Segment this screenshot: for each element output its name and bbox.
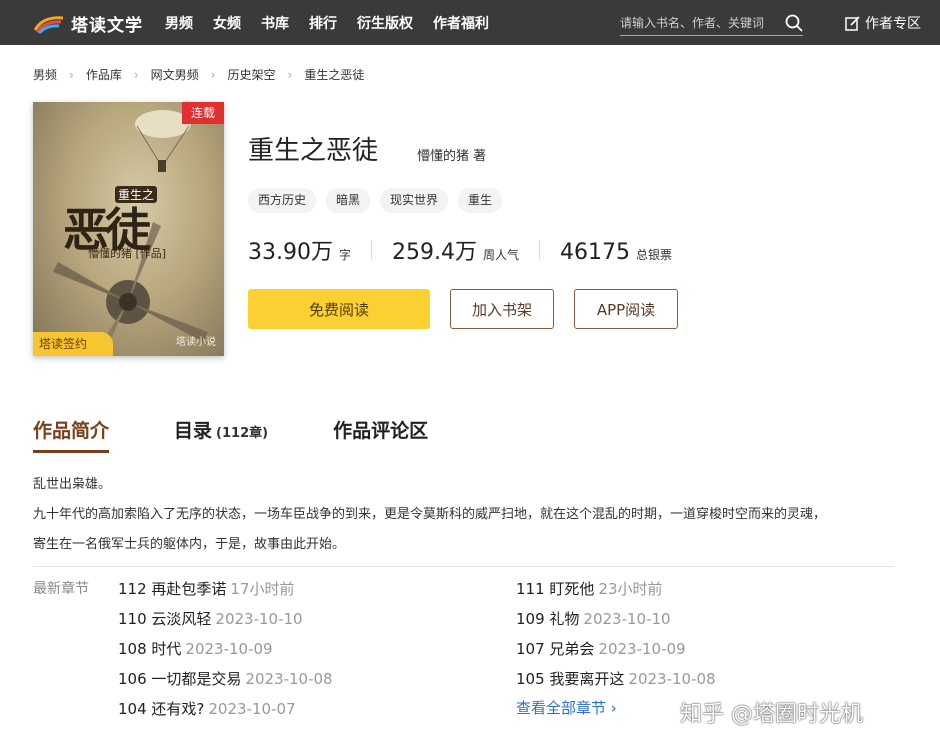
nav-item-male[interactable]: 男频 — [165, 13, 193, 33]
tab-count: (112章) — [216, 426, 269, 441]
stat-value: 33.90万 — [248, 240, 333, 265]
chevron-right-icon: › — [69, 67, 74, 82]
add-to-shelf-button[interactable]: 加入书架 — [450, 289, 554, 329]
chapter-title: 104 还有戏? — [118, 700, 205, 718]
search-icon[interactable] — [785, 14, 803, 32]
chapter-link[interactable]: 108 时代 2023-10-09 — [118, 638, 273, 659]
watermark: 知乎 @塔圈时光机 — [680, 702, 863, 727]
stat-total-tickets: 46175 总银票 — [560, 240, 672, 265]
book-title: 重生之恶徒 — [248, 136, 379, 166]
chapter-title: 107 兄弟会 — [516, 640, 595, 658]
author-zone-label: 作者专区 — [865, 16, 921, 32]
search-input[interactable] — [620, 12, 780, 34]
chapter-title: 105 我要离开这 — [516, 670, 625, 688]
tab-catalog[interactable]: 目录 (112章) — [174, 416, 268, 453]
chapter-title: 109 礼物 — [516, 610, 580, 628]
edit-icon — [845, 15, 860, 31]
chapter-date: 2023-10-07 — [208, 700, 296, 718]
app-read-button[interactable]: APP阅读 — [574, 289, 678, 329]
tag-list: 西方历史 暗黑 现实世界 重生 — [248, 188, 503, 213]
breadcrumb: 男频 › 作品库 › 网文男频 › 历史架空 › 重生之恶徒 — [33, 66, 364, 83]
stat-unit: 总银票 — [636, 248, 673, 262]
book-stats: 33.90万 字 259.4万 周人气 46175 总银票 — [248, 234, 672, 266]
intro-line: 乱世出枭雄。 — [33, 477, 112, 492]
breadcrumb-item[interactable]: 网文男频 — [151, 66, 199, 83]
intro-line: 九十年代的高加索陷入了无序的状态，一场车臣战争的到来，更是令莫斯科的威严扫地，就… — [33, 507, 827, 522]
book-cover[interactable]: 重生之 恶徒 懵懂的猪 [作品] 塔读小说 连载 塔读签约 — [33, 102, 224, 356]
tab-label: 作品评论区 — [333, 420, 429, 442]
breadcrumb-current: 重生之恶徒 — [304, 68, 365, 82]
chapter-date: 17小时前 — [230, 580, 295, 598]
nav-item-copyright[interactable]: 衍生版权 — [357, 13, 413, 33]
chapter-date: 2023-10-09 — [598, 640, 686, 658]
search-box — [620, 12, 803, 36]
tag[interactable]: 重生 — [458, 188, 503, 213]
breadcrumb-item[interactable]: 作品库 — [86, 66, 122, 83]
chapter-link[interactable]: 104 还有戏? 2023-10-07 — [118, 698, 296, 719]
tab-comments[interactable]: 作品评论区 — [333, 416, 428, 453]
logo-icon — [33, 16, 64, 34]
nav-item-ranking[interactable]: 排行 — [309, 13, 337, 33]
tag[interactable]: 暗黑 — [326, 188, 371, 213]
tag[interactable]: 现实世界 — [380, 188, 449, 213]
book-intro: 乱世出枭雄。 九十年代的高加索陷入了无序的状态，一场车臣战争的到来，更是令莫斯科… — [33, 470, 903, 560]
stat-unit: 周人气 — [482, 248, 519, 262]
nav-item-female[interactable]: 女频 — [213, 13, 241, 33]
tab-label: 目录 — [174, 420, 213, 442]
stat-unit: 字 — [338, 248, 351, 262]
chapter-link[interactable]: 112 再赴包季诺 17小时前 — [118, 578, 295, 599]
site-logo[interactable]: 塔读文学 — [33, 10, 143, 36]
view-all-chapters-link[interactable]: 查看全部章节 › — [516, 697, 617, 718]
intro-line: 寄生在一名俄军士兵的躯体内，于是，故事由此开始。 — [33, 537, 346, 552]
chapter-link[interactable]: 107 兄弟会 2023-10-09 — [516, 638, 686, 659]
latest-chapters-label: 最新章节 — [33, 581, 89, 597]
logo-text: 塔读文学 — [71, 15, 143, 36]
breadcrumb-item[interactable]: 历史架空 — [227, 66, 275, 83]
chapter-title: 112 再赴包季诺 — [118, 580, 227, 598]
chapter-link[interactable]: 105 我要离开这 2023-10-08 — [516, 668, 716, 689]
chapter-title: 110 云淡风轻 — [118, 610, 212, 628]
chapter-date: 2023-10-09 — [185, 640, 273, 658]
chapter-title: 111 盯死他 — [516, 580, 595, 598]
chapter-link[interactable]: 111 盯死他 23小时前 — [516, 578, 663, 599]
content-tabs: 作品简介 目录 (112章) 作品评论区 — [33, 416, 493, 453]
signed-badge: 塔读签约 — [33, 332, 113, 356]
tab-label: 作品简介 — [33, 420, 110, 442]
stat-value: 259.4万 — [392, 240, 477, 265]
chapter-date: 2023-10-10 — [583, 610, 671, 628]
chapter-title: 106 一切都是交易 — [118, 670, 242, 688]
chevron-right-icon: › — [133, 67, 139, 82]
stat-weekly-popularity: 259.4万 周人气 — [392, 234, 519, 266]
chevron-right-icon: › — [210, 67, 216, 82]
top-navbar: 塔读文学 男频 女频 书库 排行 衍生版权 作者福利 作者专区 — [0, 0, 940, 45]
chevron-right-icon: › — [287, 67, 293, 82]
cover-brand: 塔读小说 — [176, 337, 216, 348]
chapter-date: 2023-10-08 — [628, 670, 716, 688]
breadcrumb-item[interactable]: 男频 — [33, 66, 57, 83]
divider — [33, 566, 894, 567]
free-read-button[interactable]: 免费阅读 — [248, 289, 430, 329]
chapter-date: 2023-10-08 — [245, 670, 333, 688]
book-author[interactable]: 懵懂的猪 著 — [417, 145, 486, 164]
chapter-title: 108 时代 — [118, 640, 182, 658]
main-nav: 男频 女频 书库 排行 衍生版权 作者福利 — [165, 0, 509, 45]
chapter-link[interactable]: 110 云淡风轻 2023-10-10 — [118, 608, 303, 629]
nav-item-library[interactable]: 书库 — [261, 13, 289, 33]
tab-intro[interactable]: 作品简介 — [33, 416, 110, 453]
serial-badge: 连载 — [182, 102, 224, 124]
stat-divider — [371, 240, 372, 260]
cover-author: 懵懂的猪 [作品] — [88, 247, 167, 260]
author-zone-link[interactable]: 作者专区 — [845, 13, 921, 33]
chapter-date: 2023-10-10 — [215, 610, 303, 628]
chapter-link[interactable]: 109 礼物 2023-10-10 — [516, 608, 671, 629]
stat-word-count: 33.90万 字 — [248, 234, 351, 266]
stat-value: 46175 — [560, 240, 630, 265]
tag[interactable]: 西方历史 — [248, 188, 317, 213]
chapter-date: 23小时前 — [598, 580, 663, 598]
nav-item-author-welfare[interactable]: 作者福利 — [433, 13, 489, 33]
chapter-link[interactable]: 106 一切都是交易 2023-10-08 — [118, 668, 333, 689]
stat-divider — [539, 240, 540, 260]
